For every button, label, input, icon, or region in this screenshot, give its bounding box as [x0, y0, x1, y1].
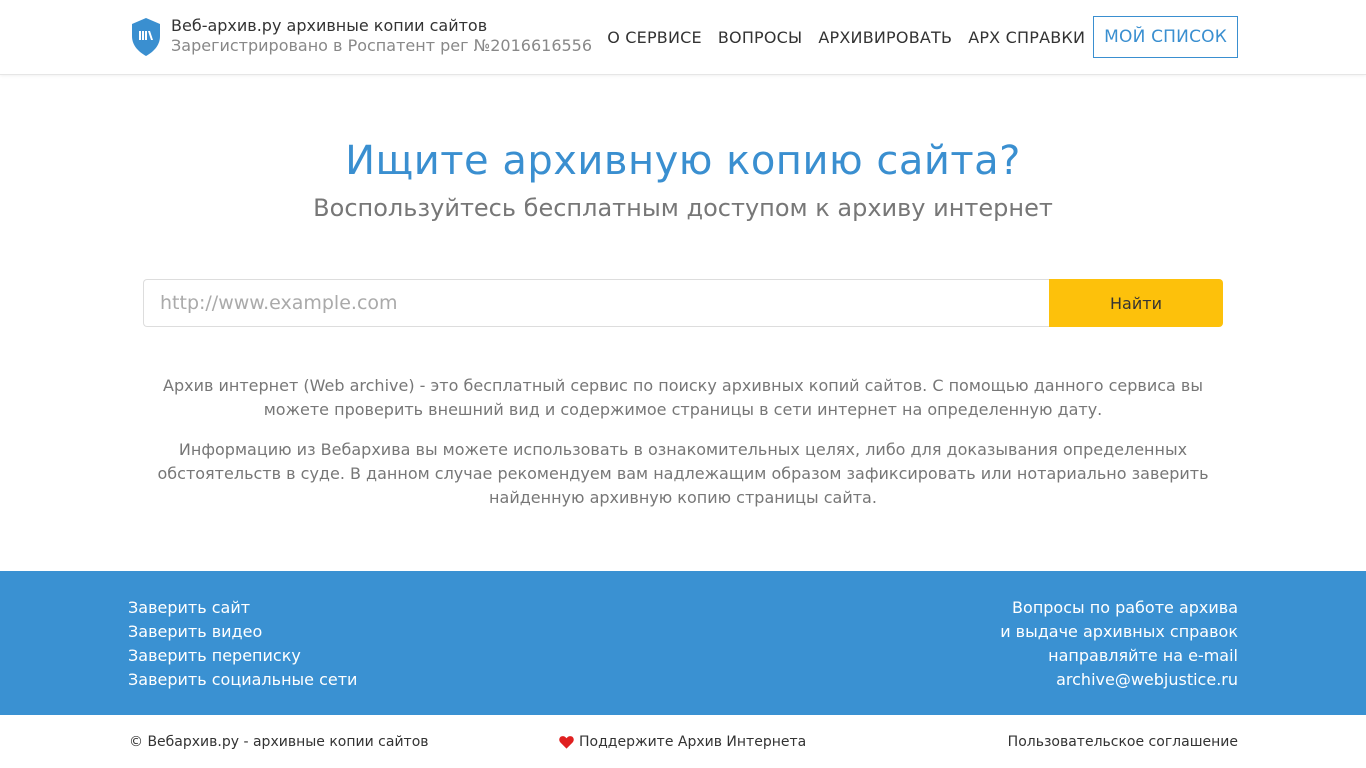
main-nav: О СЕРВИСЕ ВОПРОСЫ АРХИВИРОВАТЬ АРХ СПРАВ… [591, 16, 1238, 58]
brand[interactable]: Веб-архив.ру архивные копии сайтов Зарег… [131, 16, 592, 57]
top-navbar: Веб-архив.ру архивные копии сайтов Зарег… [0, 0, 1366, 75]
footer-contact: Вопросы по работе архива и выдаче архивн… [1000, 596, 1238, 692]
terms-link[interactable]: Пользовательское соглашение [1008, 734, 1238, 750]
footer-link-certify-social[interactable]: Заверить социальные сети [128, 668, 357, 692]
support-link[interactable]: Поддержите Архив Интернета [559, 734, 806, 750]
search-button[interactable]: Найти [1049, 279, 1223, 327]
footer-link-certify-site[interactable]: Заверить сайт [128, 596, 357, 620]
nav-archive[interactable]: АРХИВИРОВАТЬ [818, 28, 952, 47]
bottom-bar: © Вебархив.ру - архивные копии сайтов По… [0, 715, 1366, 768]
copyright: © Вебархив.ру - архивные копии сайтов [129, 734, 429, 750]
hero-subtitle: Воспользуйтесь бесплатным доступом к арх… [313, 194, 1053, 222]
brand-title: Веб-архив.ру архивные копии сайтов [171, 16, 488, 35]
brand-subtitle: Зарегистрировано в Роспатент рег №201661… [171, 36, 593, 55]
hero-title: Ищите архивную копию сайта? [345, 138, 1021, 184]
footer-links-section: Заверить сайт Заверить видео Заверить пе… [0, 571, 1366, 715]
footer-link-certify-video[interactable]: Заверить видео [128, 620, 357, 644]
footer-link-certify-chat[interactable]: Заверить переписку [128, 644, 357, 668]
description-paragraph-1: Архив интернет (Web archive) - это беспл… [163, 376, 1203, 419]
contact-line-1: Вопросы по работе архива [1012, 598, 1238, 617]
contact-line-2: и выдаче архивных справок [1000, 622, 1238, 641]
nav-about[interactable]: О СЕРВИСЕ [607, 28, 702, 47]
footer-service-links: Заверить сайт Заверить видео Заверить пе… [128, 596, 357, 692]
shield-logo-icon [132, 18, 160, 56]
description-block-1: Архив интернет (Web archive) - это беспл… [150, 374, 1216, 422]
description-block-2: Информацию из Вебархива вы можете исполь… [150, 438, 1216, 510]
nav-references[interactable]: АРХ СПРАВКИ [968, 28, 1085, 47]
url-search-input[interactable] [143, 279, 1049, 327]
nav-questions[interactable]: ВОПРОСЫ [718, 28, 803, 47]
description-paragraph-2: Информацию из Вебархива вы можете исполь… [157, 440, 1209, 507]
search-form: Найти [143, 279, 1223, 327]
my-list-button[interactable]: МОЙ СПИСОК [1093, 16, 1238, 58]
support-label: Поддержите Архив Интернета [579, 734, 807, 750]
contact-email[interactable]: archive@webjustice.ru [1000, 668, 1238, 692]
contact-line-3: направляйте на e-mail [1048, 646, 1238, 665]
heart-icon [559, 736, 574, 749]
